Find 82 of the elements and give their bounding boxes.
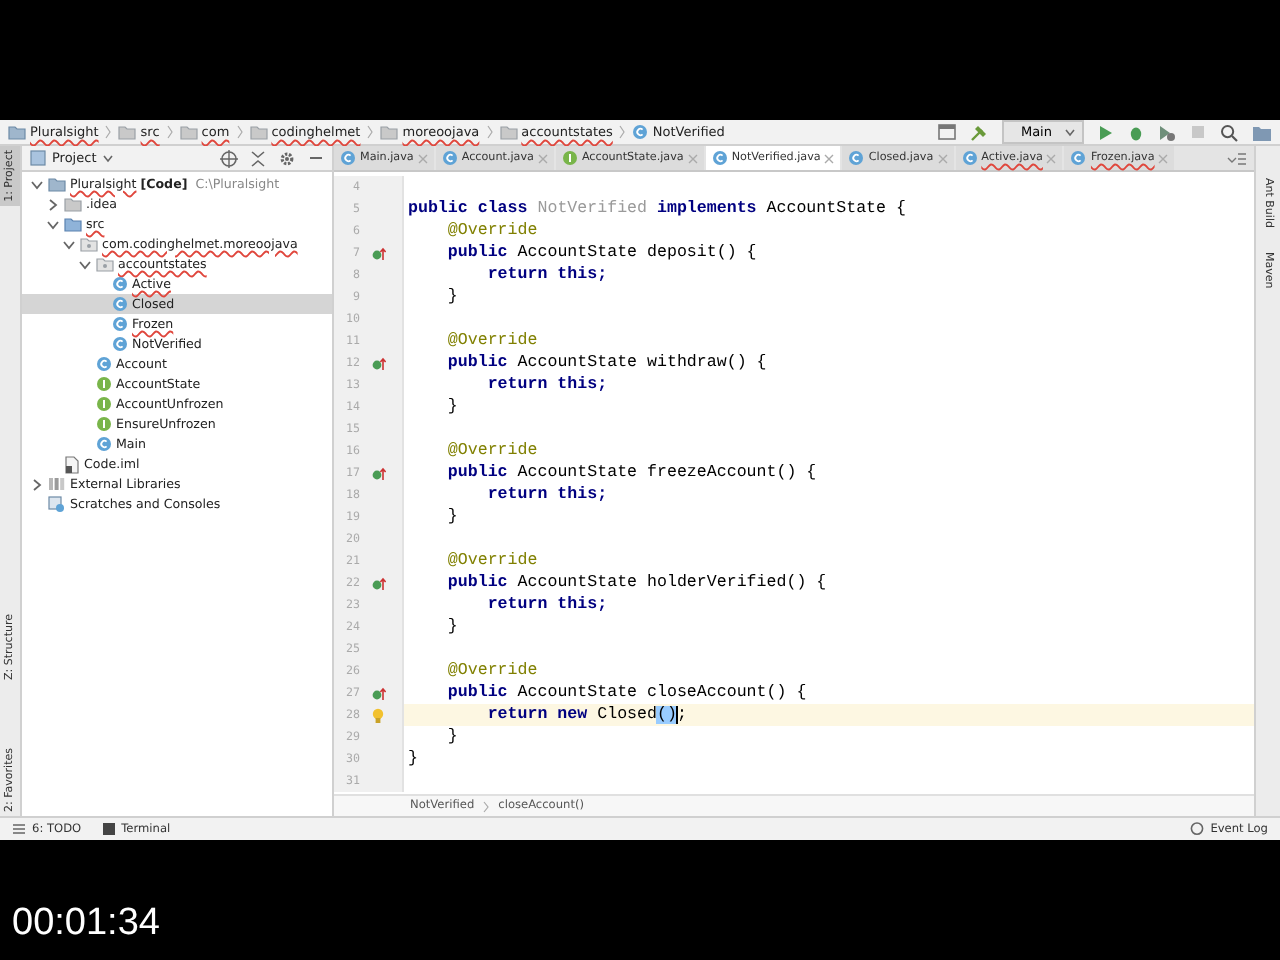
code-line: return new Closed(); [485,706,687,724]
caret-icon [1064,126,1076,138]
package-icon [96,256,114,272]
folder-icon [179,124,198,140]
coverage-icon[interactable] [1158,123,1176,141]
list-icon [12,822,26,836]
separator-icon [104,124,113,140]
code-line: public AccountState closeAccount() { [445,684,807,702]
override-icon[interactable] [371,355,385,371]
separator-icon [235,124,244,140]
interface-icon [96,416,112,432]
code-line: public AccountState holderVerified() { [445,574,827,592]
settings-icon[interactable] [278,149,296,167]
search-icon[interactable] [1220,123,1238,141]
code-line: @Override [445,332,538,350]
class-icon [711,150,728,166]
separator-icon [482,799,491,813]
code-line: return this; [485,596,608,614]
code-line: } [408,750,418,768]
caret-icon [102,152,115,164]
class-icon [632,124,649,140]
code-line: return this; [485,376,608,394]
project-icon [30,150,46,166]
terminal-icon [101,822,116,836]
class-icon [96,436,112,452]
class-icon [112,336,128,352]
tab-list-icon[interactable] [1226,151,1246,165]
interface-icon [96,396,112,412]
code-line: return this; [485,266,608,284]
code-line: } [445,508,458,526]
folder-icon [118,124,137,140]
class-icon [96,356,112,372]
override-icon[interactable] [371,575,385,591]
code-line: } [445,618,458,636]
code-line: public AccountState freezeAccount() { [445,464,817,482]
interface-icon [96,376,112,392]
library-icon [48,476,66,492]
package-icon [80,236,98,252]
code-line: @Override [445,662,538,680]
separator-icon [165,124,174,140]
class-icon [112,316,128,332]
separator-icon [485,124,494,140]
debug-icon[interactable] [1128,123,1144,141]
scratches-icon [48,496,66,512]
code-line: } [445,728,458,746]
window-icon[interactable] [938,124,957,140]
run-icon[interactable] [1098,123,1114,141]
text-cursor [676,706,679,724]
class-icon [961,150,978,166]
code-line: return this; [485,486,608,504]
speech-bubble-icon [1190,822,1205,836]
class-icon [441,150,458,166]
folder-icon [8,124,26,140]
folder-icon [249,124,268,140]
separator-icon [366,124,375,140]
video-timestamp: 00:01:34 [12,902,160,946]
override-icon[interactable] [371,465,385,481]
class-icon [848,150,865,166]
code-line: public AccountState withdraw() { [445,354,767,372]
code-line: public AccountState deposit() { [445,244,757,262]
folder-icon[interactable] [1252,123,1272,141]
code-line: } [445,288,458,306]
separator-icon [618,124,627,140]
code-line: @Override [445,222,538,240]
file-icon [64,455,80,473]
code-line: @Override [445,442,538,460]
target-icon[interactable] [220,149,238,167]
collapse-icon[interactable] [250,149,266,167]
class-icon [340,150,356,166]
override-icon[interactable] [371,245,385,261]
code-line: public class NotVerified implements AccountState { [408,200,906,218]
override-icon[interactable] [371,685,385,701]
class-icon [112,276,128,292]
folder-icon [499,124,518,140]
hammer-icon[interactable] [970,123,989,141]
class-icon [112,296,128,312]
interface-icon [561,150,578,166]
folder-icon [380,124,399,140]
close-icon[interactable] [824,153,835,163]
class-icon [1070,150,1087,166]
code-line: } [445,398,458,416]
code-line: @Override [445,552,538,570]
